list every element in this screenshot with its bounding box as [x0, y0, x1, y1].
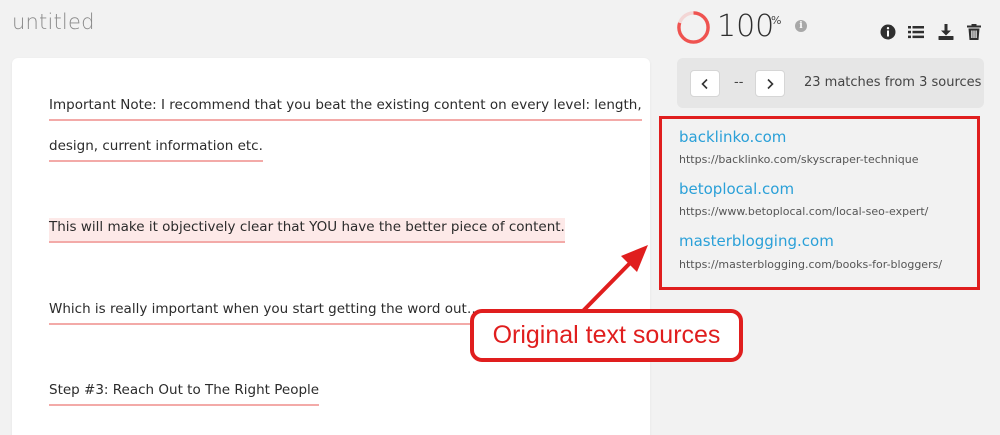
- paragraph-4: Step #3: Reach Out to The Right People: [49, 381, 320, 406]
- list-icon[interactable]: [907, 23, 925, 41]
- next-match-button[interactable]: [755, 70, 785, 97]
- chevron-right-icon: [767, 78, 774, 89]
- source-url[interactable]: https://masterblogging.com/books-for-blo…: [679, 258, 942, 271]
- paragraph-1-line-2: design, current information etc.: [49, 137, 263, 162]
- matched-text[interactable]: Which is really important when you start…: [49, 300, 481, 325]
- paragraph-3: Which is really important when you start…: [49, 300, 481, 325]
- match-pager: -- 23 matches from 3 sources: [677, 58, 984, 108]
- plagiarism-score-ring: [677, 11, 710, 44]
- info-icon[interactable]: [879, 23, 897, 41]
- source-name-link[interactable]: masterblogging.com: [679, 232, 834, 250]
- paragraph-2: This will make it objectively clear that…: [49, 218, 565, 243]
- annotation-callout: Original text sources: [470, 309, 743, 362]
- matched-text[interactable]: Step #3: Reach Out to The Right People: [49, 381, 320, 406]
- info-circle-icon[interactable]: i: [795, 20, 807, 32]
- trash-icon[interactable]: [965, 23, 983, 41]
- score-value: 100: [717, 9, 775, 44]
- download-icon[interactable]: [937, 23, 955, 41]
- matched-text-highlighted[interactable]: This will make it objectively clear that…: [49, 218, 565, 243]
- source-url[interactable]: https://backlinko.com/skyscraper-techniq…: [679, 153, 919, 166]
- match-summary: 23 matches from 3 sources: [804, 75, 982, 90]
- source-url[interactable]: https://www.betoplocal.com/local-seo-exp…: [679, 205, 928, 218]
- editor-panel[interactable]: Important Note: I recommend that you bea…: [12, 58, 650, 435]
- matched-text[interactable]: design, current information etc.: [49, 137, 263, 162]
- previous-match-button[interactable]: [690, 70, 720, 97]
- source-name-link[interactable]: betoplocal.com: [679, 180, 794, 198]
- sources-list: backlinko.com https://backlinko.com/skys…: [659, 116, 980, 290]
- paragraph-1-line-1: Important Note: I recommend that you bea…: [49, 96, 642, 121]
- annotation-label: Original text sources: [492, 321, 721, 349]
- matched-text[interactable]: Important Note: I recommend that you bea…: [49, 96, 642, 121]
- chevron-left-icon: [701, 78, 708, 89]
- match-position: --: [734, 75, 744, 90]
- score-unit: %: [771, 14, 782, 27]
- document-title[interactable]: untitled: [12, 10, 95, 34]
- source-name-link[interactable]: backlinko.com: [679, 128, 786, 146]
